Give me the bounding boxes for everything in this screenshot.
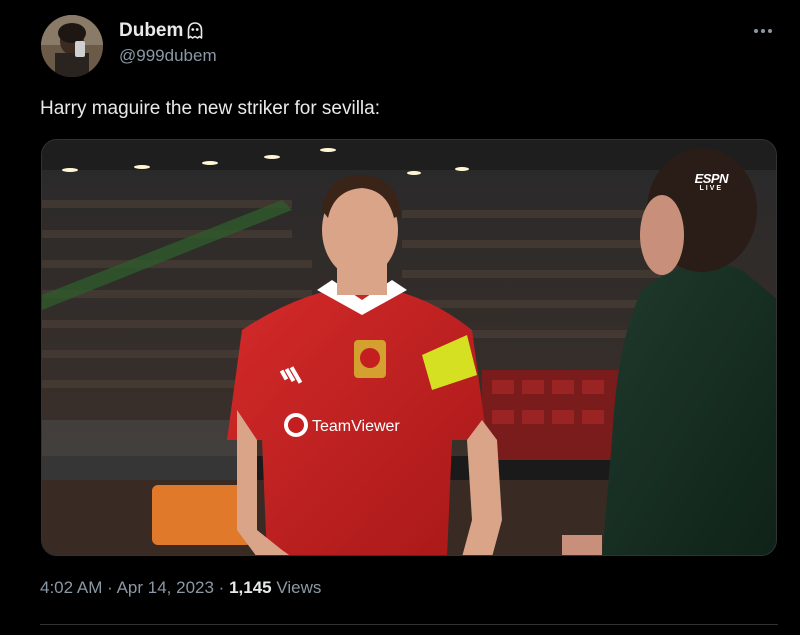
separator: · — [107, 578, 113, 597]
tweet-time[interactable]: 4:02 AM — [40, 578, 102, 597]
more-button[interactable] — [748, 20, 778, 42]
broadcaster-logo: ESPN LIVE — [694, 171, 729, 192]
tweet-text: Harry maguire the new striker for sevill… — [40, 98, 380, 119]
display-name[interactable]: Dubem — [119, 20, 183, 42]
espn-logo-text: ESPN — [694, 171, 729, 186]
more-icon — [754, 29, 758, 33]
user-handle[interactable]: @999dubem — [119, 46, 217, 66]
tweet-metadata: 4:02 AM · Apr 14, 2023 · 1,145 Views — [40, 578, 321, 598]
tweet: Dubem @999dubem Harry maguire the new st… — [0, 0, 800, 635]
shirt-sponsor-text: TeamViewer — [312, 418, 400, 435]
tweet-date[interactable]: Apr 14, 2023 — [117, 578, 214, 597]
live-tag: LIVE — [699, 185, 724, 192]
divider — [40, 624, 778, 625]
avatar[interactable] — [41, 15, 103, 77]
display-name-row[interactable]: Dubem — [119, 20, 205, 42]
views-count: 1,145 — [229, 578, 272, 597]
views-label: Views — [276, 578, 322, 597]
more-icon-dot — [768, 29, 772, 33]
ghost-icon — [185, 21, 205, 41]
more-icon-dot — [761, 29, 765, 33]
separator: · — [218, 578, 225, 597]
tweet-media-image[interactable]: TeamViewer ESPN LIVE — [41, 139, 777, 556]
